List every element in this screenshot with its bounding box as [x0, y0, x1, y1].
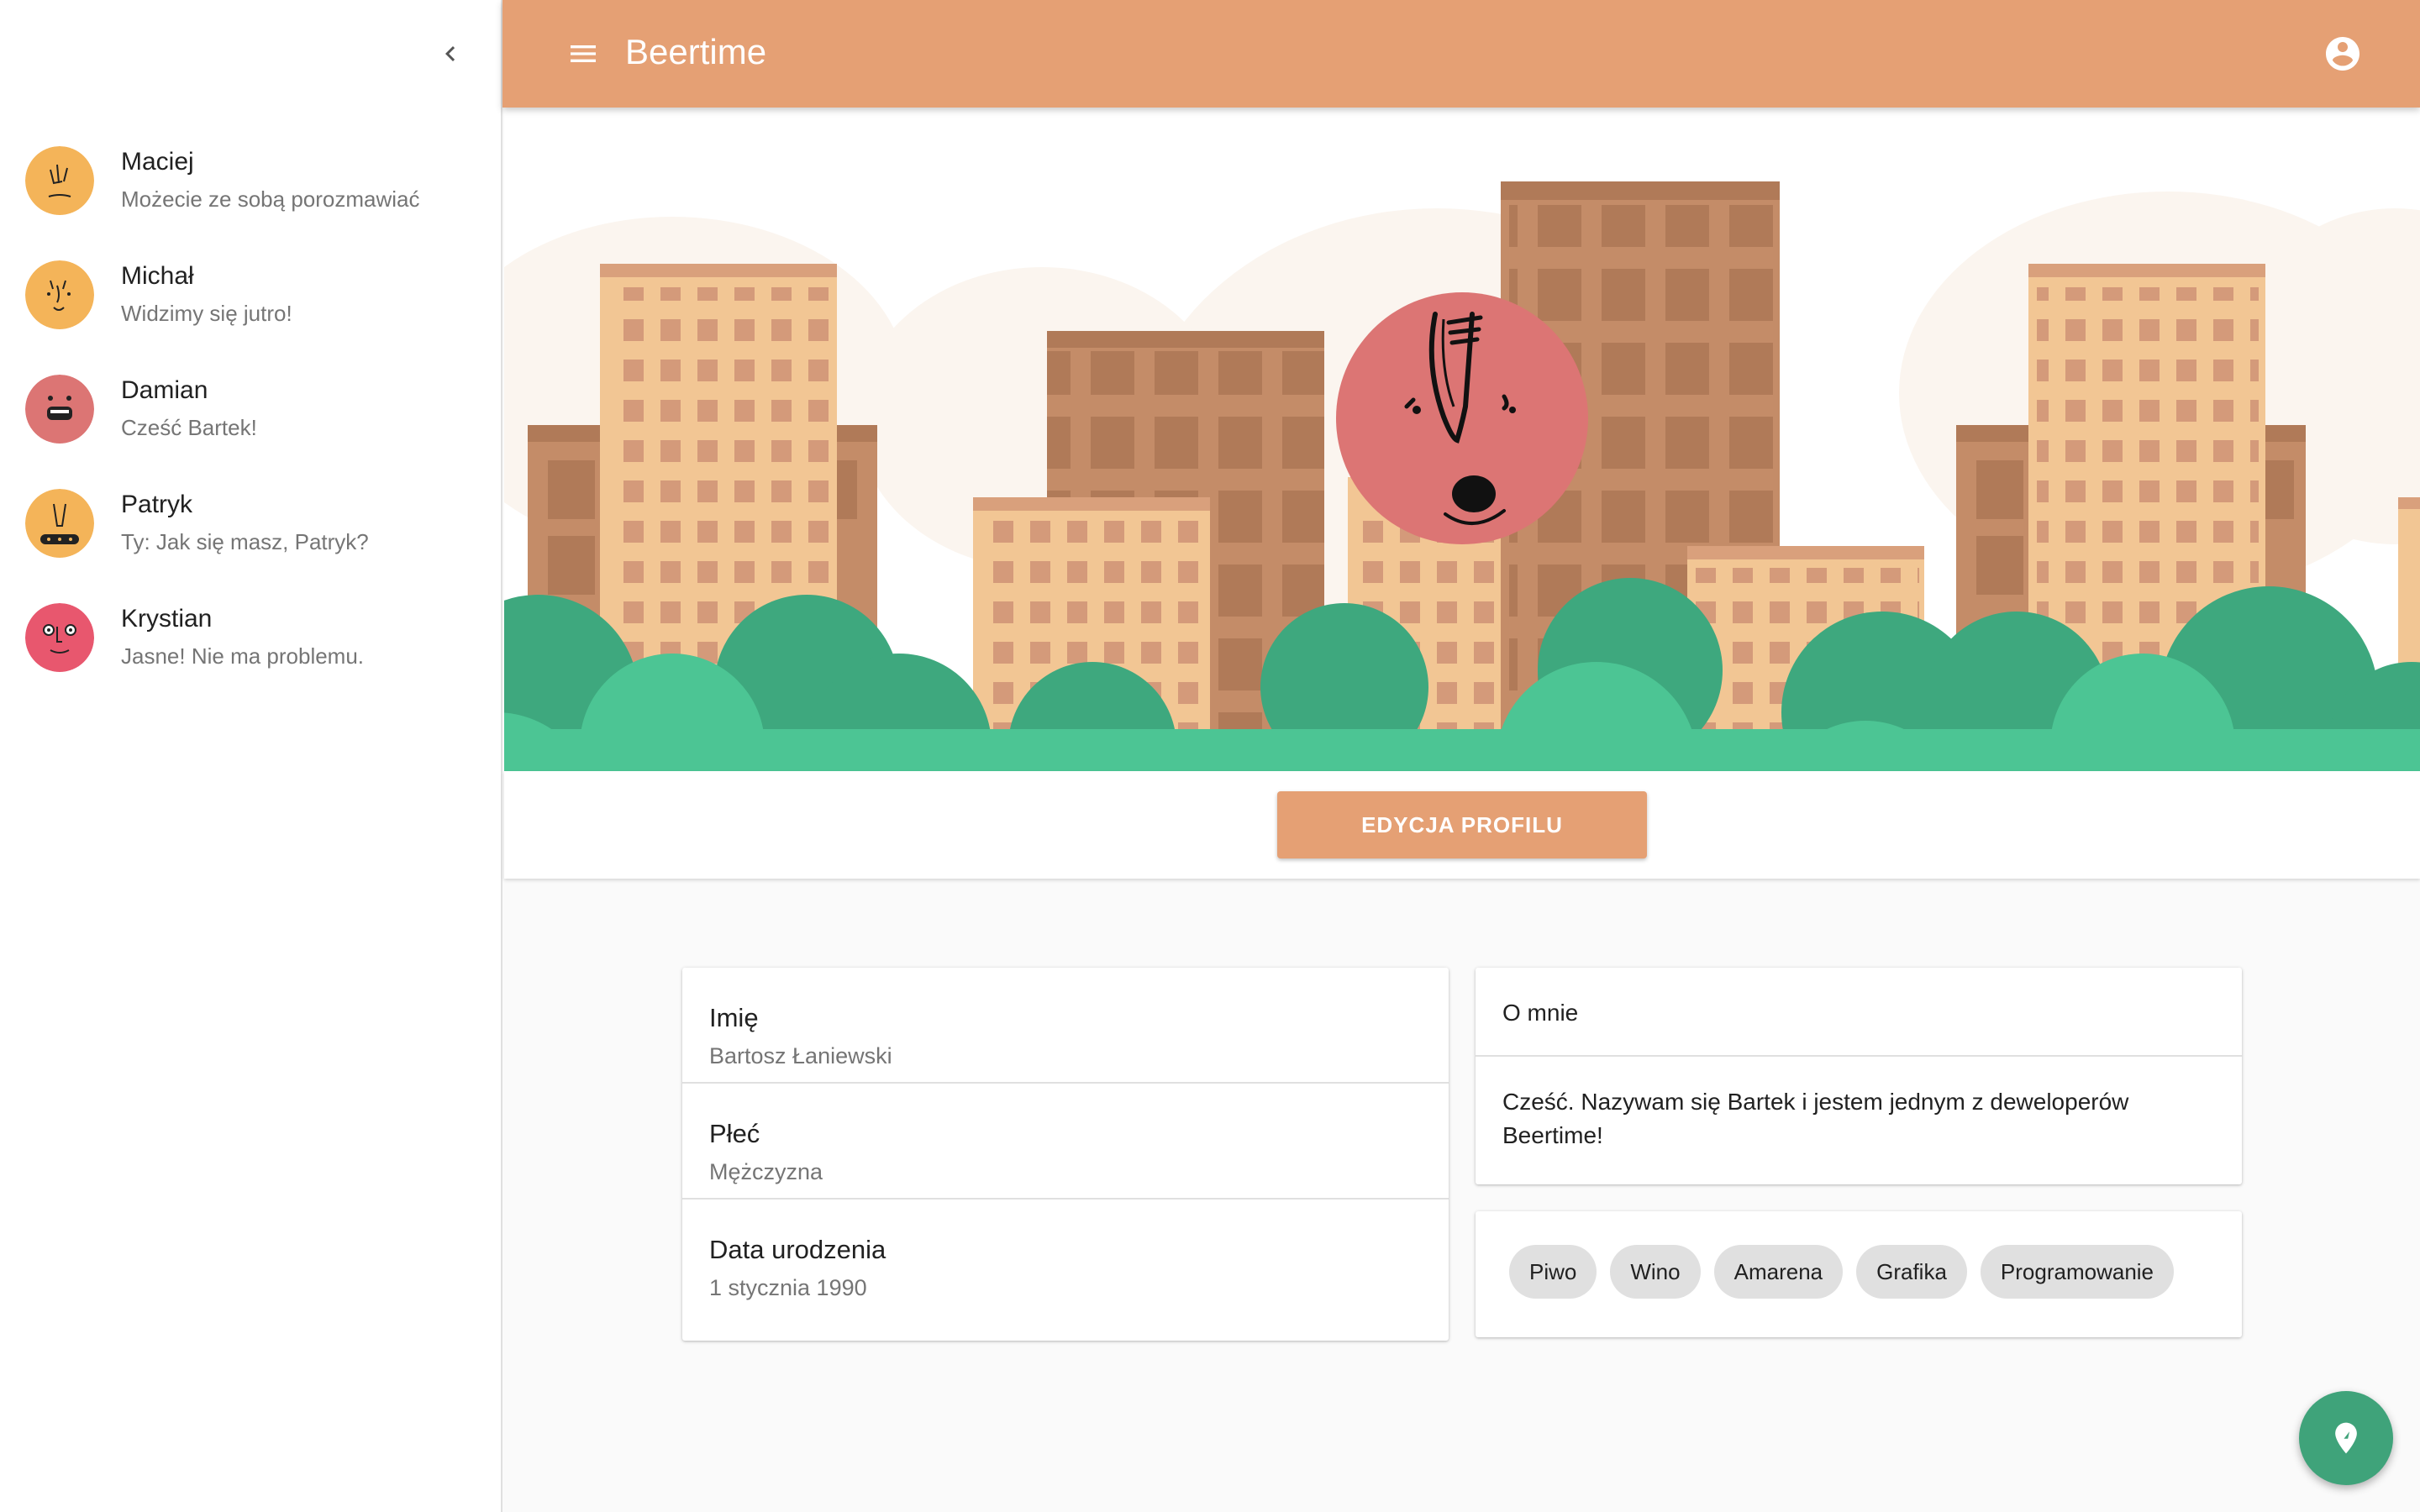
interest-chip[interactable]: Amarena — [1713, 1245, 1844, 1299]
avatar — [25, 260, 94, 329]
contact-name: Krystian — [121, 605, 213, 633]
info-label: Imię — [709, 1003, 759, 1032]
contact-last-message: Cześć Bartek! — [121, 415, 257, 440]
interest-chip[interactable]: Grafika — [1856, 1245, 1967, 1299]
profile-cover — [504, 108, 2420, 771]
info-row-birthdate: Data urodzenia 1 stycznia 1990 — [682, 1200, 1449, 1315]
contact-name: Patryk — [121, 491, 193, 518]
interests-card: Piwo Wino Amarena Grafika Programowanie — [1476, 1211, 2242, 1337]
info-row-name: Imię Bartosz Łaniewski — [682, 968, 1449, 1084]
location-fab-button[interactable] — [2299, 1391, 2393, 1485]
info-value: 1 stycznia 1990 — [709, 1275, 867, 1300]
contact-name: Maciej — [121, 148, 194, 176]
info-row-gender: Płeć Mężczyzna — [682, 1084, 1449, 1200]
app-title: Beertime — [625, 32, 767, 71]
menu-button[interactable] — [561, 32, 605, 76]
profile-avatar — [1336, 292, 1588, 544]
contact-name: Michał — [121, 262, 194, 290]
chevron-left-icon — [445, 46, 455, 61]
contact-item[interactable]: Michał Widzimy się jutro! — [0, 237, 501, 351]
avatar — [25, 146, 94, 215]
interest-chip[interactable]: Programowanie — [1980, 1245, 2175, 1299]
avatar — [25, 489, 94, 558]
info-label: Data urodzenia — [709, 1235, 886, 1264]
edit-profile-button[interactable]: EDYCJA PROFILU — [1277, 791, 1647, 858]
info-value: Mężczyzna — [709, 1159, 823, 1184]
about-title: O mnie — [1502, 1000, 1579, 1026]
interest-chip[interactable]: Wino — [1610, 1245, 1701, 1299]
profile-info-card: Imię Bartosz Łaniewski Płeć Mężczyzna Da… — [682, 968, 1449, 1341]
sidebar: Maciej Możecie ze sobą porozmawiać Micha… — [0, 0, 502, 1512]
info-label: Płeć — [709, 1119, 760, 1148]
account-button[interactable] — [2319, 30, 2366, 77]
app-bar: Beertime — [502, 0, 2420, 108]
contact-item[interactable]: Patryk Ty: Jak się masz, Patryk? — [0, 465, 501, 580]
profile-actions: EDYCJA PROFILU — [504, 771, 2420, 879]
contact-item[interactable]: Krystian Jasne! Nie ma problemu. — [0, 580, 501, 694]
contact-last-message: Ty: Jak się masz, Patryk? — [121, 529, 369, 554]
about-card: O mnie Cześć. Nazywam się Bartek i jeste… — [1476, 968, 2242, 1184]
avatar — [25, 603, 94, 672]
menu-icon — [571, 45, 596, 62]
info-value: Bartosz Łaniewski — [709, 1043, 892, 1068]
contact-item[interactable]: Damian Cześć Bartek! — [0, 351, 501, 465]
about-text: Cześć. Nazywam się Bartek i jestem jedny… — [1502, 1089, 2129, 1148]
contact-last-message: Widzimy się jutro! — [121, 301, 292, 326]
contact-name: Damian — [121, 376, 208, 404]
contact-item[interactable]: Maciej Możecie ze sobą porozmawiać — [0, 123, 501, 237]
collapse-sidebar-button[interactable] — [429, 32, 472, 76]
avatar — [25, 375, 94, 444]
contact-last-message: Możecie ze sobą porozmawiać — [121, 186, 420, 212]
account-circle-icon — [2326, 37, 2360, 71]
location-pin-icon — [2335, 1422, 2357, 1454]
about-header: O mnie — [1476, 968, 2242, 1057]
contact-last-message: Jasne! Nie ma problemu. — [121, 643, 365, 669]
interest-chip[interactable]: Piwo — [1509, 1245, 1597, 1299]
interests-list: Piwo Wino Amarena Grafika Programowanie — [1509, 1245, 2175, 1299]
